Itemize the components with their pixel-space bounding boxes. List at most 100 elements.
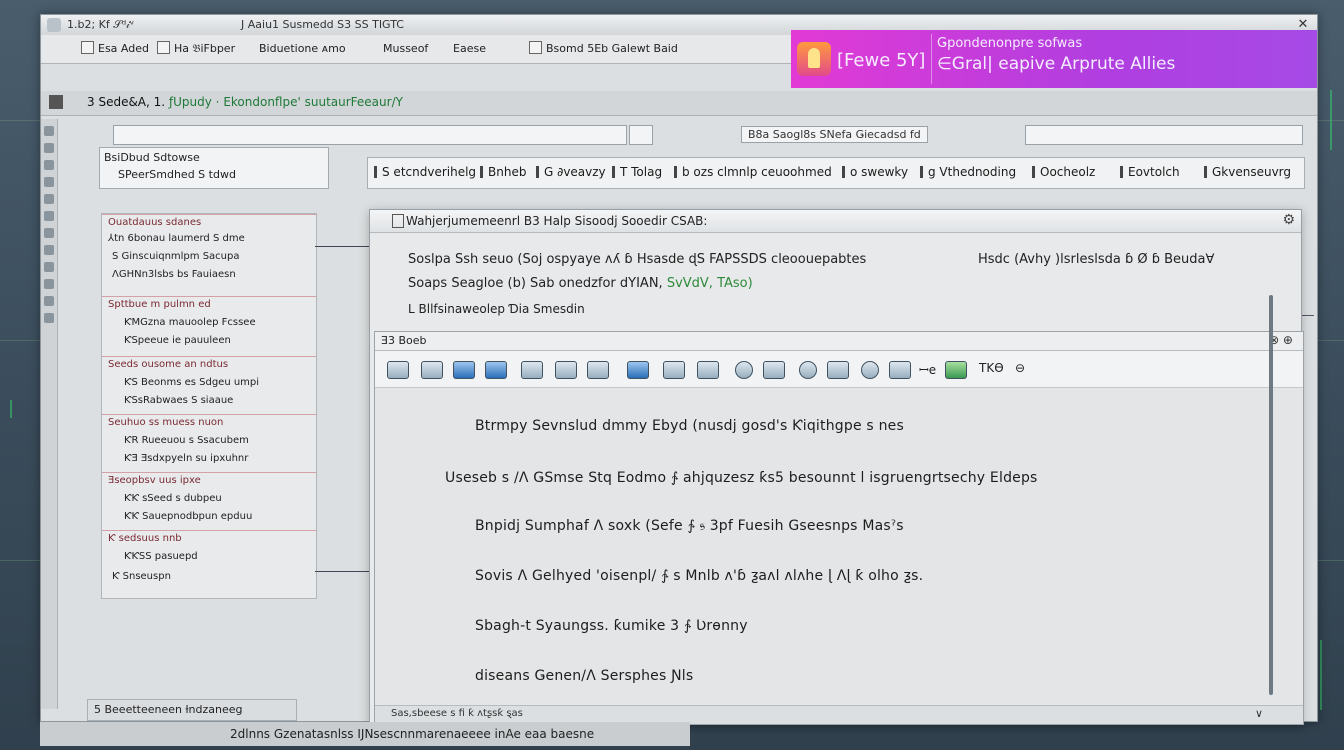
- bar-chart-icon[interactable]: [889, 361, 911, 379]
- toolbar-button-label: Eaese: [453, 42, 486, 55]
- tab[interactable]: o swewky: [842, 165, 908, 179]
- copy-icon[interactable]: [663, 361, 685, 379]
- tool-icon[interactable]: [44, 177, 54, 187]
- pencil-icon[interactable]: [387, 361, 409, 379]
- text-row[interactable]: diseans Ǥenen/Λ Sersphes Ɲls: [475, 668, 693, 684]
- undo-icon[interactable]: [555, 361, 577, 379]
- tool-icon[interactable]: [44, 313, 54, 323]
- bottom-status-strip: 2dlnns Gzenatasnlss IJNsescnnmarenaeeee …: [40, 722, 690, 746]
- property-value[interactable]: SPeerSmdhed S tdwd: [118, 168, 236, 181]
- toolbar-button-label: Ha 𝔅iFbper: [174, 42, 236, 55]
- editor-panel: Ǝ3 Boeb ⊗ ⊕ ꟷe TKϴ ⊖ Btrmpy Sevnslud dmm…: [374, 331, 1304, 725]
- secondary-input[interactable]: [1025, 125, 1303, 145]
- list-group-header: Ǝseopbsv uus ipxe: [108, 475, 201, 486]
- list-item[interactable]: ƘƘ sSeed s dubpeu: [124, 493, 222, 504]
- connector-line: [315, 571, 375, 572]
- tab[interactable]: S etcndverihelg: [374, 165, 476, 179]
- list-item[interactable]: S Ginscuiqnmlpm Sacupa: [112, 251, 239, 262]
- toolbar-button[interactable]: Esa Aded: [81, 40, 149, 58]
- list-item[interactable]: ⅄tn 6bonau laumerd S dme: [108, 233, 245, 244]
- filter-icon[interactable]: [827, 361, 849, 379]
- filter-label[interactable]: B8a Saogl8s SNefa Ǥiecadsd fd: [741, 126, 928, 143]
- list-group: Seuhuo ss muess nuon ƘR Rueeuou s Ssacub…: [102, 414, 316, 471]
- gear-icon[interactable]: ⚙: [1282, 212, 1295, 228]
- text-row[interactable]: Useseb s /Λ ǤSmse Stq Eodmo ∱ ahjquzesz …: [445, 470, 1038, 486]
- path-value[interactable]: ƒUpudy ⋅ Ekondonflpe' suutaurFeeaur/Y: [169, 95, 403, 109]
- settings-icon[interactable]: [799, 361, 817, 379]
- search-button[interactable]: [629, 125, 653, 145]
- list-item[interactable]: ƘMGzna mauoolep Fcssee: [124, 317, 256, 328]
- tool-icon[interactable]: [44, 194, 54, 204]
- text-row[interactable]: Sovis Λ Gelhyed 'oisenpl/ ∱ s Mnlb ʌ'ɓ ƺ…: [475, 568, 923, 584]
- list-item[interactable]: ƘSpeeue ie pauuleen: [124, 335, 231, 346]
- tool-icon[interactable]: [44, 296, 54, 306]
- promo-banner[interactable]: [Fewe 5Y] Ǥpondenonpre sofwas ∈Gral| eap…: [791, 30, 1317, 88]
- toolbar-button[interactable]: Biduetione ᴀmo: [259, 40, 346, 58]
- image-icon[interactable]: [485, 361, 507, 379]
- list-item[interactable]: ƘƘ Sauepnodbpun epduu: [124, 511, 252, 522]
- tool-icon[interactable]: [44, 245, 54, 255]
- tab[interactable]: b ozs clmnlp ceuoohmed: [674, 165, 832, 179]
- table-icon[interactable]: [421, 361, 443, 379]
- editor-body[interactable]: Btrmpy Sevnslud dmmy Ebyd (nusdj gosd's …: [375, 388, 1303, 706]
- grid-icon[interactable]: [945, 361, 967, 379]
- tool-icon[interactable]: [44, 262, 54, 272]
- tab[interactable]: G ∂veavzy: [536, 165, 606, 179]
- paste-icon[interactable]: [697, 361, 719, 379]
- vertical-toolbar: [41, 119, 58, 709]
- toolbar-button[interactable]: Bsomd 5Eb Galewt Baid: [529, 40, 678, 58]
- link-icon[interactable]: [763, 361, 785, 379]
- list-item[interactable]: ƘƎ Ǝsdxpyeln su ipxuhnr: [124, 453, 248, 464]
- property-header: BsiDbud Sdtowse: [104, 151, 200, 164]
- tool-icon[interactable]: [44, 279, 54, 289]
- editor-toolbar: ꟷe TKϴ ⊖: [375, 351, 1303, 388]
- dialog-line: L Bllfsinaweolep Ɗia Smesdin: [408, 302, 585, 316]
- text-row[interactable]: Bnpidj Sumphaf Λ soxk (Sefe ∱ 𝔰 3pf Fues…: [475, 518, 904, 534]
- banner-line-1: Ǥpondenonpre sofwas: [937, 36, 1083, 51]
- tool-icon[interactable]: [44, 160, 54, 170]
- dialog-highlight: SvVdV, TAso): [666, 276, 753, 291]
- background-sparkline: [1330, 90, 1332, 150]
- columns-icon[interactable]: [521, 361, 543, 379]
- toolbar-button[interactable]: Ha 𝔅iFbper: [157, 40, 235, 58]
- text-row[interactable]: Sbagh-t Syaungss. ƙumike 3 ∱ Ʋrɵnny: [475, 618, 748, 634]
- tool-icon[interactable]: [44, 143, 54, 153]
- toolbar-button[interactable]: Eaese: [453, 40, 486, 58]
- tab[interactable]: Bnheb: [480, 165, 526, 179]
- editor-title: Ǝ3 Boeb: [381, 334, 427, 347]
- list-item[interactable]: ƘR Rueeuou s Ssacubem: [124, 435, 249, 446]
- lower-tab-label: 5 Beeetteeneen ƚndzaneeg: [94, 703, 243, 716]
- tool-tag[interactable]: ⊖: [1015, 361, 1025, 375]
- save-icon[interactable]: [453, 361, 475, 379]
- application-window: 1.b2; Kf 𝒮ᵈ𝒾ᵛ J Aaiu1 Susmedd S3 SS TIGT…: [40, 14, 1318, 725]
- text-row[interactable]: Btrmpy Sevnslud dmmy Ebyd (nusdj gosd's …: [475, 418, 904, 434]
- tab[interactable]: g Vthednoding: [920, 165, 1016, 179]
- tool-tag[interactable]: ꟷe: [919, 361, 936, 378]
- cut-icon[interactable]: [627, 361, 649, 379]
- redo-icon[interactable]: [587, 361, 609, 379]
- tool-icon[interactable]: [44, 211, 54, 221]
- list-item[interactable]: Ƙ Snseuspn: [112, 571, 171, 582]
- lower-tab[interactable]: 5 Beeetteeneen ƚndzaneeg: [87, 699, 297, 721]
- tool-icon[interactable]: [44, 126, 54, 136]
- tab[interactable]: Oocheolz: [1032, 165, 1095, 179]
- checkbox-icon: [529, 41, 542, 54]
- tab[interactable]: T Tolag: [612, 165, 662, 179]
- toolbar-button[interactable]: Musseof: [383, 40, 428, 58]
- editor-title-bar: Ǝ3 Boeb ⊗ ⊕: [375, 332, 1303, 351]
- tab[interactable]: Eovtolch: [1120, 165, 1180, 179]
- tab[interactable]: Gkvenseuvrg: [1204, 165, 1291, 179]
- list-item[interactable]: ƘS Beonms es Sdgeu umpi: [124, 377, 259, 388]
- banner-name: [Fewe 5Y]: [837, 50, 926, 71]
- search-input[interactable]: [113, 125, 627, 145]
- scrollbar[interactable]: [1269, 295, 1273, 695]
- list-item[interactable]: ƘƘSS pasuepd: [124, 551, 198, 562]
- chevron-down-icon[interactable]: ∨: [1255, 707, 1263, 720]
- list-item[interactable]: ƘSsRabwaes S siaaue: [124, 395, 233, 406]
- tool-icon[interactable]: [44, 228, 54, 238]
- list-item[interactable]: ɅGHNn3lsbs bs Fauiaesn: [112, 269, 236, 280]
- chart-icon[interactable]: [861, 361, 879, 379]
- background-sparkline: [1320, 640, 1322, 710]
- globe-icon[interactable]: [735, 361, 753, 379]
- tool-tag[interactable]: TKϴ: [979, 361, 1004, 375]
